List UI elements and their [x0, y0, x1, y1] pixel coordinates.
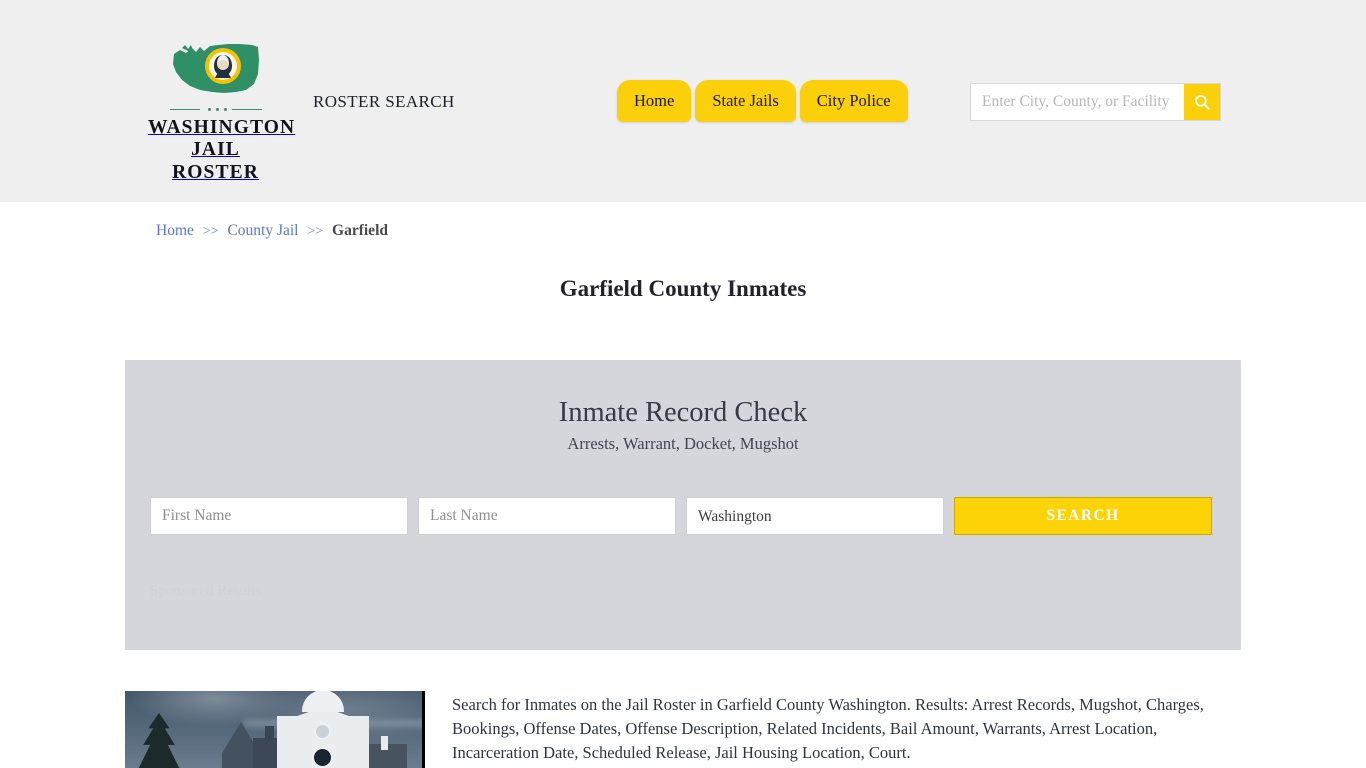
- breadcrumb-separator: >>: [307, 224, 324, 239]
- panel-heading: Inmate Record Check: [558, 397, 808, 428]
- panel-subheading: Arrests, Warrant, Docket, Mugshot: [567, 434, 799, 453]
- site-logo[interactable]: WASHINGTON JAIL ROSTER: [148, 40, 296, 184]
- header-inner: WASHINGTON JAIL ROSTER ROSTER SEARCH Hom…: [0, 0, 1366, 202]
- nav-item-home[interactable]: Home: [617, 80, 692, 122]
- sponsored-results-label: Sponsored Results: [150, 583, 262, 599]
- breadcrumb-item-current: Garfield: [332, 222, 388, 239]
- courthouse-photo: [125, 691, 425, 768]
- page-title: Garfield County Inmates: [559, 276, 807, 301]
- content-row: Search for Inmates on the Jail Roster in…: [125, 691, 1245, 768]
- breadcrumb-item-home[interactable]: Home: [156, 222, 194, 239]
- search-icon: [1195, 95, 1210, 110]
- state-select[interactable]: Washington: [686, 497, 944, 535]
- nav-item-city-police[interactable]: City Police: [799, 80, 908, 122]
- last-name-input[interactable]: [418, 497, 676, 535]
- inmate-search-form: Washington SEARCH: [150, 497, 1216, 535]
- nav-item-state-jails[interactable]: State Jails: [695, 80, 796, 122]
- breadcrumb-item-county-jail[interactable]: County Jail: [227, 222, 298, 239]
- header-search-box: [970, 83, 1221, 121]
- breadcrumb: Home >> County Jail >> Garfield: [0, 222, 1366, 240]
- logo-text-line1: WASHINGTON: [148, 117, 296, 138]
- site-tagline: ROSTER SEARCH: [313, 92, 455, 111]
- washington-state-seal-icon: [166, 40, 266, 102]
- search-submit-button[interactable]: SEARCH: [954, 497, 1212, 535]
- page-description: Search for Inmates on the Jail Roster in…: [452, 695, 1204, 762]
- header-search-button[interactable]: [1184, 84, 1220, 120]
- main-navigation: Home State Jails City Police: [617, 80, 908, 122]
- first-name-input[interactable]: [150, 497, 408, 535]
- inmate-record-check-panel: Inmate Record Check Arrests, Warrant, Do…: [125, 360, 1241, 650]
- logo-divider: [168, 105, 264, 115]
- header-search-input[interactable]: [971, 84, 1184, 120]
- breadcrumb-separator: >>: [202, 224, 219, 239]
- logo-text-line2: JAIL ROSTER: [172, 139, 259, 183]
- site-header: WASHINGTON JAIL ROSTER ROSTER SEARCH Hom…: [0, 0, 1366, 202]
